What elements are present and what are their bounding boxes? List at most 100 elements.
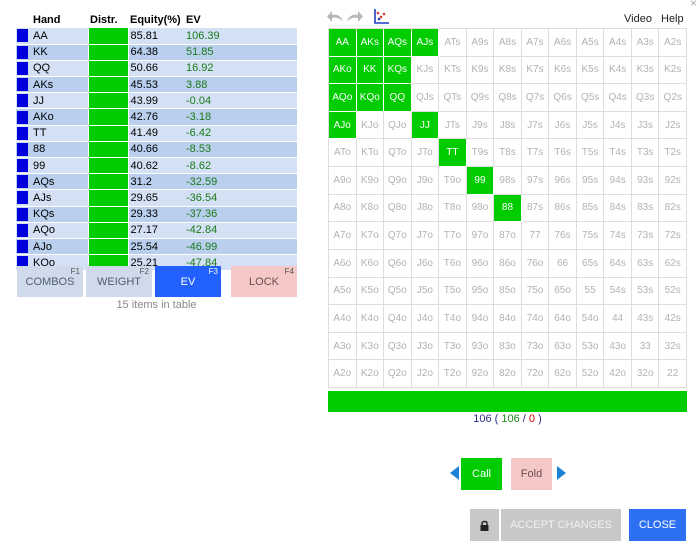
range-cell[interactable]: Q7s [521,84,550,112]
range-cell[interactable]: K7o [356,222,385,250]
range-cell[interactable]: T9o [439,167,467,195]
range-cell[interactable]: K8o [356,194,385,223]
range-cell[interactable]: J6o [411,249,440,278]
redo-icon[interactable] [346,10,363,24]
range-cell[interactable]: Q5o [384,277,412,306]
ev-button[interactable]: EV F3 [155,266,221,297]
table-row[interactable]: AKo 42.76 -3.18 [16,108,297,126]
range-cell[interactable]: K6s [549,56,577,85]
range-cell[interactable]: 65s [576,249,605,278]
range-cell[interactable]: 65o [549,277,577,306]
range-cell[interactable]: JTo [411,139,440,168]
range-cell[interactable]: Q3s [631,84,660,112]
weight-button[interactable]: WEIGHT F2 [86,266,152,297]
video-link[interactable]: Video [624,13,652,25]
range-grid[interactable]: AA AKs AQs AJs ATs A9s A8s A7s A6s A5s A4s A3s A2s AK… [328,28,687,388]
range-cell[interactable]: 95o [466,277,495,306]
next-action-icon[interactable] [557,466,566,480]
range-cell[interactable]: AKo [329,56,357,85]
range-cell[interactable]: A2s [659,29,687,57]
range-cell[interactable]: J7o [411,222,440,250]
range-cell[interactable]: K8s [494,56,522,85]
range-cell[interactable]: A9o [329,167,357,195]
range-cell[interactable]: J8o [411,194,440,223]
range-cell[interactable]: J5o [411,277,440,306]
range-cell[interactable]: 76o [521,249,550,278]
range-cell[interactable]: T2o [439,360,467,388]
range-cell[interactable]: 92s [659,167,687,195]
range-cell[interactable]: KJs [411,56,440,85]
range-cell[interactable]: KTo [356,139,385,168]
range-cell[interactable]: ATs [439,29,467,57]
range-cell[interactable]: 73s [631,222,660,250]
close-icon[interactable]: × [690,0,697,10]
range-cell[interactable]: 72o [521,360,550,388]
range-cell[interactable]: J9o [411,167,440,195]
range-cell[interactable]: 63o [549,332,577,361]
range-cell[interactable]: 92o [466,360,495,388]
range-cell[interactable]: K2o [356,360,385,388]
previous-action-icon[interactable] [450,466,459,480]
header-hand[interactable]: Hand [31,11,88,28]
call-button[interactable]: Call [461,458,502,490]
range-cell[interactable]: 86s [549,194,577,223]
range-cell[interactable]: JTs [439,111,467,140]
range-cell[interactable]: 99 [466,167,495,195]
range-cell[interactable]: 84o [494,305,522,333]
range-cell[interactable]: AQs [384,29,412,57]
range-cell[interactable]: J3s [631,111,660,140]
range-cell[interactable]: KQo [356,84,385,112]
range-cell[interactable]: K5s [576,56,605,85]
header-equity[interactable]: Equity(%) [128,11,184,28]
range-cell[interactable]: 87o [494,222,522,250]
range-cell[interactable]: J9s [466,111,495,140]
range-cell[interactable]: KTs [439,56,467,85]
range-cell[interactable]: K7s [521,56,550,85]
range-cell[interactable]: 86o [494,249,522,278]
table-row[interactable]: AJs 29.65 -36.54 [16,189,297,207]
range-cell[interactable]: AJs [411,29,440,57]
range-cell[interactable]: Q4s [604,84,632,112]
range-cell[interactable]: T8o [439,194,467,223]
table-row[interactable]: TT 41.49 -6.42 [16,125,297,142]
table-row[interactable]: 88 40.66 -8.53 [16,141,297,159]
range-cell[interactable]: KK [356,56,385,85]
range-cell[interactable]: J8s [494,111,522,140]
range-cell[interactable]: A7s [521,29,550,57]
range-cell[interactable]: J4o [411,305,440,333]
range-cell[interactable]: 75s [576,222,605,250]
range-cell[interactable]: T7o [439,222,467,250]
range-cell[interactable]: J7s [521,111,550,140]
range-cell[interactable]: A5o [329,277,357,306]
range-cell[interactable]: Q4o [384,305,412,333]
range-cell[interactable]: K3o [356,332,385,361]
range-cell[interactable]: 66 [549,249,577,278]
combos-button[interactable]: COMBOS F1 [17,266,83,297]
range-cell[interactable]: 97s [521,167,550,195]
range-cell[interactable]: 32o [631,360,660,388]
range-cell[interactable]: Q6s [549,84,577,112]
range-cell[interactable]: K4s [604,56,632,85]
range-cell[interactable]: T7s [521,139,550,168]
range-cell[interactable]: 87s [521,194,550,223]
range-cell[interactable]: QTo [384,139,412,168]
range-cell[interactable]: T3o [439,332,467,361]
range-cell[interactable]: 33 [631,332,660,361]
range-cell[interactable]: 52o [576,360,605,388]
range-cell[interactable]: 82s [659,194,687,223]
range-cell[interactable]: J6s [549,111,577,140]
range-cell[interactable]: Q8s [494,84,522,112]
range-cell[interactable]: 76s [549,222,577,250]
range-cell[interactable]: A7o [329,222,357,250]
range-cell[interactable]: A4o [329,305,357,333]
range-cell[interactable]: J5s [576,111,605,140]
range-cell[interactable]: Q5s [576,84,605,112]
range-cell[interactable]: 82o [494,360,522,388]
range-cell[interactable]: 73o [521,332,550,361]
range-cell[interactable]: Q2o [384,360,412,388]
range-cell[interactable]: A4s [604,29,632,57]
range-cell[interactable]: ATo [329,139,357,168]
range-cell[interactable]: 63s [631,249,660,278]
range-cell[interactable]: 54s [604,277,632,306]
range-cell[interactable]: 93o [466,332,495,361]
